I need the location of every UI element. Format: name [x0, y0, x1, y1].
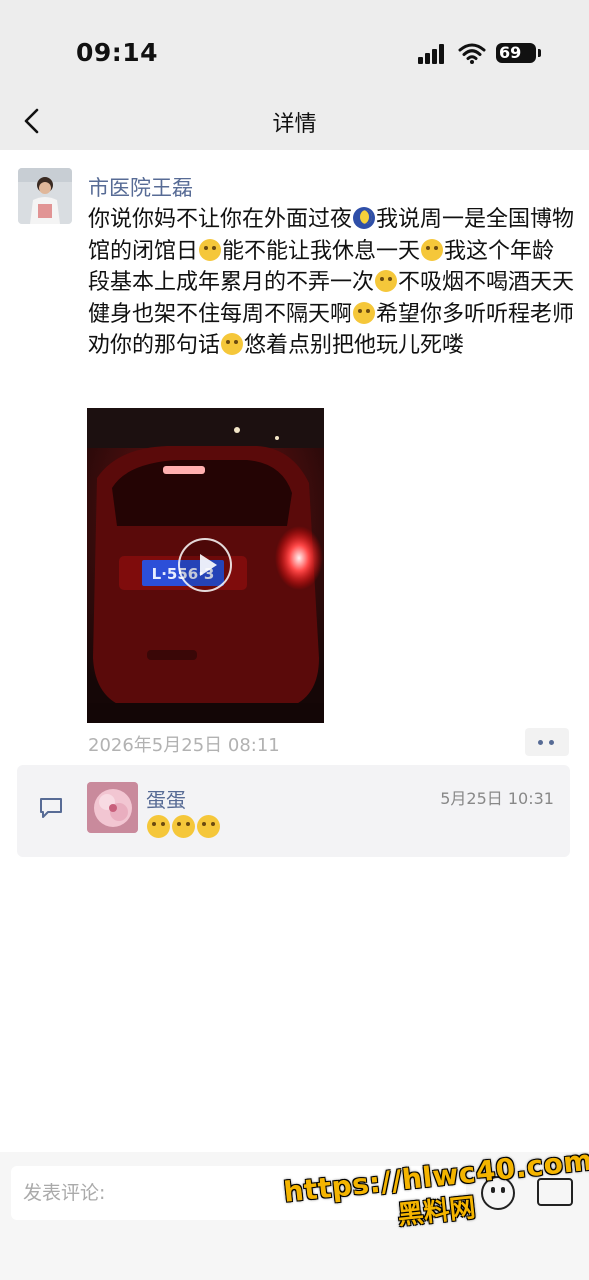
- status-time: 09:14: [76, 38, 159, 67]
- comment-text: [146, 815, 221, 839]
- tears-of-joy-emoji-icon: [375, 270, 398, 292]
- signal-icon: [418, 44, 448, 64]
- comments-section: 蛋蛋 5月25日 10:31: [17, 765, 570, 857]
- thinking-emoji-icon: [172, 815, 195, 838]
- crying-laughing-emoji-icon: [199, 238, 222, 261]
- author-avatar[interactable]: [18, 168, 72, 224]
- sweat-emoji-icon: [421, 238, 444, 261]
- play-icon[interactable]: [178, 538, 232, 592]
- commenter-avatar[interactable]: [87, 782, 138, 833]
- thinking-emoji-icon: [147, 815, 170, 838]
- post-video[interactable]: L·556·3: [87, 408, 324, 723]
- wifi-icon: [458, 43, 486, 64]
- battery-indicator: 69: [496, 43, 541, 63]
- battery-level: 69: [499, 43, 522, 62]
- nav-bar: 详情: [0, 98, 589, 150]
- post-text: 你说你妈不让你在外面过夜 我说周一是全国博物馆的闭馆日 能不能让我休息一天 我这个年龄…: [88, 204, 576, 362]
- comment-time: 5月25日 10:31: [440, 789, 554, 808]
- thinking-emoji-icon: [197, 815, 220, 838]
- comment-icon: [40, 798, 62, 818]
- page-title: 详情: [272, 112, 317, 137]
- post-text-segment: 你说你妈不让你在外面过夜: [88, 207, 353, 232]
- more-options-button[interactable]: [525, 728, 569, 756]
- eye-roll-emoji-icon: [353, 301, 376, 324]
- author-name[interactable]: 市医院王磊: [88, 172, 193, 202]
- post-text-segment: 能不能让我休息一天: [222, 238, 421, 264]
- post-text-segment: 悠着点别把他玩儿死喽: [244, 333, 465, 358]
- commenter-name[interactable]: 蛋蛋: [146, 784, 186, 813]
- monocle-emoji-icon: [221, 333, 244, 355]
- post-timestamp: 2026年5月25日 08:11: [88, 735, 280, 756]
- moon-face-emoji-icon: [353, 207, 376, 229]
- status-bar: 09:14 69: [0, 0, 589, 98]
